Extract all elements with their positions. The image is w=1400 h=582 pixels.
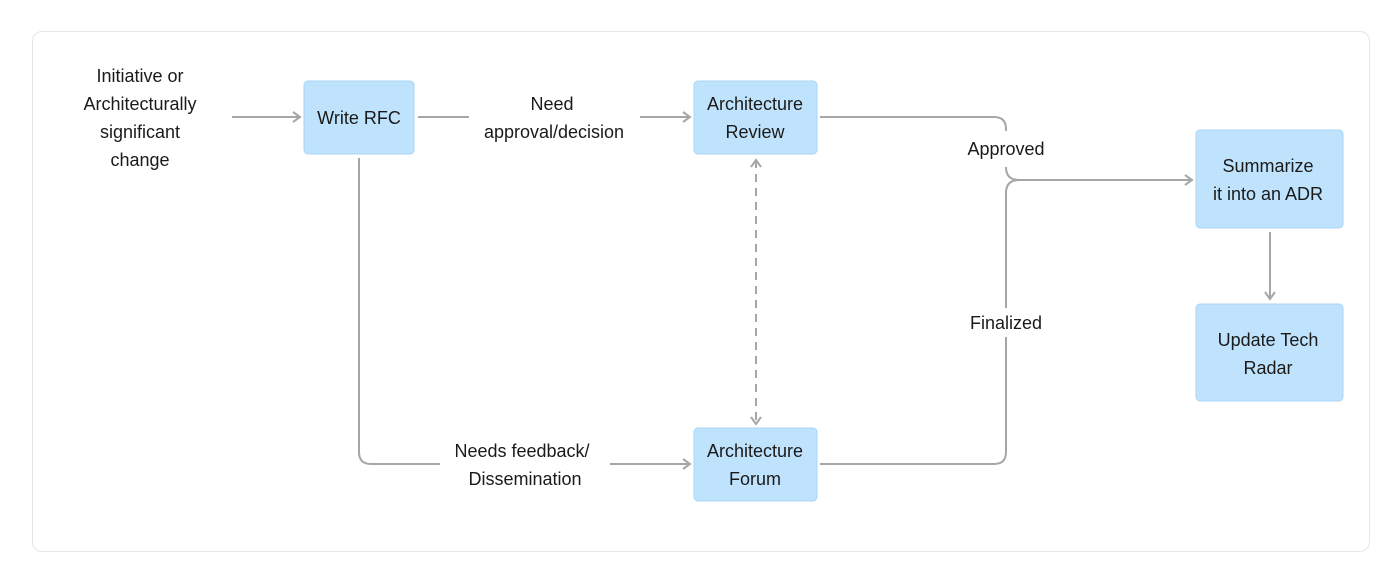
flow-diagram: Initiative or Architecturally significan… [83, 66, 1344, 502]
review-label-1: Architecture [707, 94, 803, 114]
start-line-4: change [110, 150, 169, 170]
edge-label-approval: approval/decision [484, 122, 624, 142]
node-update-tech-radar[interactable]: Update Tech Radar [1195, 303, 1344, 402]
write-rfc-label: Write RFC [317, 108, 401, 128]
edge-label-need: Need [530, 94, 573, 114]
edge-forum-finalized [820, 337, 1007, 465]
edge-label-approved: Approved [967, 139, 1044, 159]
edge-label-feedback: Needs feedback/ [454, 441, 589, 461]
edge-label-dissemination: Dissemination [468, 469, 581, 489]
node-start: Initiative or Architecturally significan… [83, 66, 196, 170]
node-summarize-adr[interactable]: Summarize it into an ADR [1195, 129, 1344, 229]
radar-label-1: Update Tech [1218, 330, 1319, 350]
review-label-2: Review [725, 122, 785, 142]
edge-label-finalized: Finalized [970, 313, 1042, 333]
radar-label-2: Radar [1243, 358, 1292, 378]
start-line-3: significant [100, 122, 180, 142]
summarize-label-2: it into an ADR [1213, 184, 1323, 204]
node-architecture-forum[interactable]: Architecture Forum [693, 427, 818, 502]
edge-review-approved [820, 116, 1007, 131]
node-architecture-review[interactable]: Architecture Review [693, 80, 818, 155]
forum-label-2: Forum [729, 469, 781, 489]
start-line-1: Initiative or [96, 66, 183, 86]
summarize-label-1: Summarize [1222, 156, 1313, 176]
edge-finalized-to-adr [1005, 179, 1020, 308]
node-write-rfc[interactable]: Write RFC [303, 80, 415, 155]
start-line-2: Architecturally [83, 94, 196, 114]
edge-rfc-to-forum-a [358, 158, 440, 465]
edge-approved-to-adr [1005, 166, 1194, 186]
forum-label-1: Architecture [707, 441, 803, 461]
